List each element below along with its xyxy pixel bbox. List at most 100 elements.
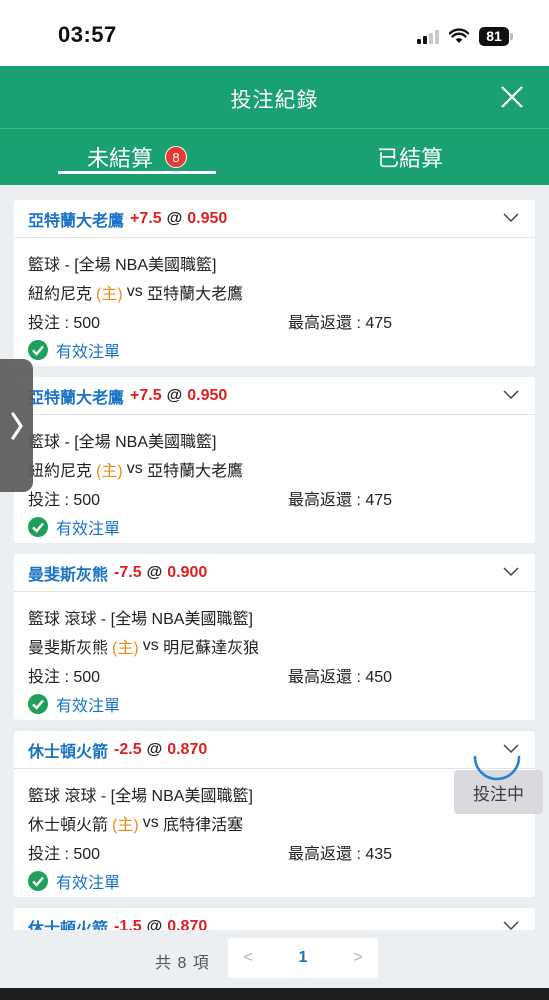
home-tag: (主): [112, 639, 139, 657]
bet-amounts: 投注 : 500 最高返還 : 435: [28, 837, 521, 866]
away-team: 底特律活塞: [163, 816, 244, 834]
vs-label: vs: [142, 636, 159, 654]
bet-card-header[interactable]: 休士頓火箭 -1.5 @ 0.870: [14, 908, 535, 930]
signal-icon: [417, 28, 439, 44]
home-team: 曼斐斯灰熊: [28, 639, 109, 657]
bet-card: 曼斐斯灰熊 -7.5 @ 0.900 籃球 滾球 - [全場 NBA美國職籃] …: [14, 554, 535, 720]
status-time: 03:57: [58, 22, 117, 47]
bet-card-header[interactable]: 亞特蘭大老鷹 +7.5 @ 0.950: [14, 200, 535, 238]
chevron-down-icon[interactable]: [503, 921, 519, 930]
bet-status: 有效注單: [28, 335, 521, 364]
bet-odds: 0.950: [187, 386, 228, 404]
bet-team: 曼斐斯灰熊: [28, 566, 109, 584]
home-tag: (主): [96, 462, 123, 480]
home-tag: (主): [96, 285, 123, 303]
page-title: 投注紀錄: [230, 89, 319, 112]
bet-card-header[interactable]: 亞特蘭大老鷹 +7.5 @ 0.950: [14, 377, 535, 415]
side-drawer-handle[interactable]: [0, 359, 33, 492]
status-icons: 81: [417, 26, 513, 46]
tab-settled-label: 已結算: [376, 146, 443, 171]
bet-team: 亞特蘭大老鷹: [28, 212, 125, 230]
bet-matchup: 紐約尼克 (主) vs 亞特蘭大老鷹: [28, 277, 521, 306]
tab-unsettled-label: 未結算: [86, 146, 153, 171]
bet-league: 籃球 滾球 - [全場 NBA美國職籃]: [28, 610, 253, 628]
bet-card-header[interactable]: 曼斐斯灰熊 -7.5 @ 0.900: [14, 554, 535, 592]
close-icon[interactable]: [497, 82, 527, 112]
bet-odds: 0.900: [167, 563, 208, 581]
bet-at: @: [166, 209, 183, 227]
bet-amounts: 投注 : 500 最高返還 : 450: [28, 660, 521, 689]
bet-stake: 投注 : 500: [28, 668, 101, 686]
bet-status-label: 有效注單: [56, 520, 121, 538]
bet-max-return: 最高返還 : 435: [288, 845, 393, 863]
bet-card: 亞特蘭大老鷹 +7.5 @ 0.950 籃球 - [全場 NBA美國職籃] 紐約…: [14, 200, 535, 366]
battery-level: 81: [479, 26, 509, 46]
check-circle-icon: [28, 693, 48, 714]
bet-league: 籃球 滾球 - [全場 NBA美國職籃]: [28, 787, 253, 805]
tab-unsettled[interactable]: 未結算 8: [58, 129, 216, 185]
bet-max-return: 最高返還 : 475: [288, 314, 393, 332]
bet-stake: 投注 : 500: [28, 845, 101, 863]
bet-matchup: 休士頓火箭 (主) vs 底特律活塞: [28, 808, 521, 837]
check-circle-icon: [28, 870, 48, 891]
bet-at: @: [146, 563, 163, 581]
bet-odds: 0.870: [167, 740, 208, 758]
bet-card-body: 籃球 滾球 - [全場 NBA美國職籃] 曼斐斯灰熊 (主) vs 明尼蘇達灰狼…: [14, 592, 535, 718]
bet-team: 亞特蘭大老鷹: [28, 389, 125, 407]
bet-stake: 投注 : 500: [28, 491, 101, 509]
bet-odds: 0.870: [167, 917, 208, 931]
header: 投注紀錄: [0, 66, 549, 129]
check-circle-icon: [28, 516, 48, 537]
bet-list: 亞特蘭大老鷹 +7.5 @ 0.950 籃球 - [全場 NBA美國職籃] 紐約…: [0, 185, 549, 930]
bet-status: 有效注單: [28, 866, 521, 895]
home-team: 紐約尼克: [28, 285, 93, 303]
bet-card-body: 籃球 - [全場 NBA美國職籃] 紐約尼克 (主) vs 亞特蘭大老鷹 投注 …: [14, 238, 535, 364]
bet-handicap: -7.5: [114, 563, 142, 581]
bet-amounts: 投注 : 500 最高返還 : 475: [28, 483, 521, 512]
bet-stake: 投注 : 500: [28, 314, 101, 332]
bet-league: 籃球 - [全場 NBA美國職籃]: [28, 433, 217, 451]
next-page-button[interactable]: >: [338, 938, 378, 978]
bet-handicap: +7.5: [130, 209, 162, 227]
prev-page-button[interactable]: <: [228, 938, 268, 978]
chevron-down-icon[interactable]: [503, 567, 519, 577]
away-team: 亞特蘭大老鷹: [147, 285, 244, 303]
bet-card-header[interactable]: 休士頓火箭 -2.5 @ 0.870: [14, 731, 535, 769]
bet-handicap: +7.5: [130, 386, 162, 404]
bet-card: 休士頓火箭 -1.5 @ 0.870: [14, 908, 535, 930]
chevron-right-icon: [10, 411, 23, 440]
bet-amounts: 投注 : 500 最高返還 : 475: [28, 306, 521, 335]
bet-status-label: 有效注單: [56, 874, 121, 892]
check-circle-icon: [28, 339, 48, 360]
bet-handicap: -2.5: [114, 740, 142, 758]
tab-settled[interactable]: 已結算: [330, 129, 490, 185]
count-badge: 8: [165, 146, 187, 168]
bet-status-label: 有效注單: [56, 343, 121, 361]
active-tab-indicator: [58, 171, 216, 174]
bet-card-body: 籃球 - [全場 NBA美國職籃] 紐約尼克 (主) vs 亞特蘭大老鷹 投注 …: [14, 415, 535, 541]
chevron-down-icon[interactable]: [503, 213, 519, 223]
vs-label: vs: [142, 813, 159, 831]
bet-matchup: 紐約尼克 (主) vs 亞特蘭大老鷹: [28, 454, 521, 483]
bet-team: 休士頓火箭: [28, 743, 109, 761]
bet-matchup: 曼斐斯灰熊 (主) vs 明尼蘇達灰狼: [28, 631, 521, 660]
bet-at: @: [146, 917, 163, 931]
spinner-icon: [473, 755, 521, 781]
bet-max-return: 最高返還 : 475: [288, 491, 393, 509]
home-tag: (主): [112, 816, 139, 834]
bottom-bar: [0, 988, 549, 1000]
bet-card: 休士頓火箭 -2.5 @ 0.870 籃球 滾球 - [全場 NBA美國職籃] …: [14, 731, 535, 897]
home-team: 紐約尼克: [28, 462, 93, 480]
bet-league: 籃球 - [全場 NBA美國職籃]: [28, 256, 217, 274]
vs-label: vs: [126, 459, 143, 477]
page-number-current[interactable]: 1: [278, 938, 328, 978]
tab-bar: 未結算 8 已結算: [0, 129, 549, 185]
bet-card: 亞特蘭大老鷹 +7.5 @ 0.950 籃球 - [全場 NBA美國職籃] 紐約…: [14, 377, 535, 543]
bet-at: @: [146, 740, 163, 758]
chevron-down-icon[interactable]: [503, 390, 519, 400]
battery-icon: 81: [479, 26, 513, 46]
status-bar: 03:57 81: [0, 0, 549, 66]
total-count: 共 8 項: [155, 955, 210, 972]
vs-label: vs: [126, 282, 143, 300]
bet-max-return: 最高返還 : 450: [288, 668, 393, 686]
